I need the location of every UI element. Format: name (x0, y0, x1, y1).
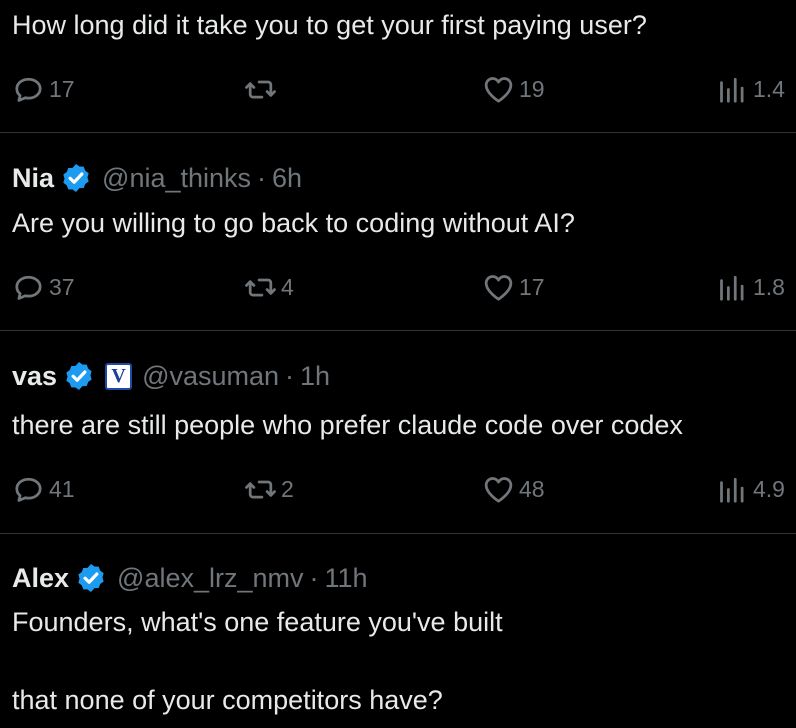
author-name[interactable]: Nia (12, 163, 54, 194)
views-icon (720, 477, 744, 503)
repost-button[interactable]: 4 (244, 270, 294, 304)
repost-icon (245, 278, 276, 296)
reply-button[interactable]: 37 (12, 270, 75, 304)
post[interactable]: Nia @nia_thinks · 6h Are you willing to … (0, 133, 796, 331)
views-count: 1.8 (753, 273, 785, 300)
reply-icon (15, 477, 42, 502)
post-header: Nia @nia_thinks · 6h (12, 161, 302, 195)
repost-button[interactable] (244, 72, 281, 106)
reply-button[interactable]: 41 (12, 472, 75, 506)
repost-count: 4 (281, 273, 294, 300)
post-actions: 17 19 1.4 (0, 72, 796, 106)
author-name[interactable]: Alex (12, 563, 69, 594)
like-count: 19 (519, 75, 545, 102)
like-button[interactable]: 48 (482, 472, 545, 506)
separator-dot: · (285, 360, 295, 391)
post-header: Alex @alex_lrz_nmv · 11h (12, 561, 368, 595)
like-button[interactable]: 19 (482, 72, 545, 106)
reply-icon (15, 77, 42, 102)
post-text: Are you willing to go back to coding wit… (12, 208, 575, 238)
affiliate-badge[interactable]: V (105, 362, 133, 390)
reply-feed: How long did it take you to get your fir… (0, 0, 796, 728)
like-icon (484, 476, 513, 503)
post-text-line-1: Founders, what's one feature you've buil… (12, 607, 503, 637)
post-text: How long did it take you to get your fir… (12, 10, 647, 40)
like-count: 17 (519, 273, 545, 300)
repost-button[interactable]: 2 (244, 472, 294, 506)
post[interactable]: How long did it take you to get your fir… (0, 0, 796, 133)
author-name[interactable]: vas (12, 361, 57, 392)
like-count: 48 (519, 475, 545, 502)
post[interactable]: Alex @alex_lrz_nmv · 11h Founders, what'… (0, 534, 796, 728)
post-text-line-2: that none of your competitors have? (12, 685, 443, 715)
post-actions: 37 4 17 1.8 (0, 270, 796, 304)
reply-count: 37 (49, 273, 75, 300)
repost-icon (245, 80, 276, 98)
post[interactable]: vas V @vasuman · 1h there are still peop… (0, 331, 796, 534)
post-time[interactable]: 1h (300, 361, 330, 392)
post-time[interactable]: 6h (272, 163, 302, 194)
views-icon (720, 275, 744, 301)
views-count: 4.9 (753, 475, 785, 502)
post-actions: 41 2 48 4.9 (0, 472, 796, 506)
views-button[interactable]: 1.8 (716, 270, 785, 304)
views-button[interactable]: 1.4 (716, 72, 785, 106)
like-icon (484, 274, 513, 301)
repost-icon (245, 480, 276, 498)
reply-button[interactable]: 17 (12, 72, 75, 106)
views-count: 1.4 (753, 75, 785, 102)
verified-badge-icon (66, 362, 92, 390)
author-handle[interactable]: @vasuman (142, 361, 279, 392)
verified-badge-icon (63, 164, 89, 192)
reply-count: 41 (49, 475, 75, 502)
post-text: there are still people who prefer claude… (12, 410, 683, 440)
like-button[interactable]: 17 (482, 270, 545, 304)
separator-dot: · (309, 562, 319, 593)
like-icon (484, 76, 513, 103)
author-handle[interactable]: @nia_thinks (102, 163, 251, 194)
post-time[interactable]: 11h (325, 563, 368, 594)
views-button[interactable]: 4.9 (716, 472, 785, 506)
verified-badge-icon (78, 564, 104, 592)
reply-icon (15, 275, 42, 300)
separator-dot: · (257, 162, 267, 193)
reply-count: 17 (49, 75, 75, 102)
author-handle[interactable]: @alex_lrz_nmv (117, 563, 303, 594)
views-icon (720, 77, 744, 103)
post-header: vas V @vasuman · 1h (12, 359, 330, 393)
repost-count: 2 (281, 475, 294, 502)
